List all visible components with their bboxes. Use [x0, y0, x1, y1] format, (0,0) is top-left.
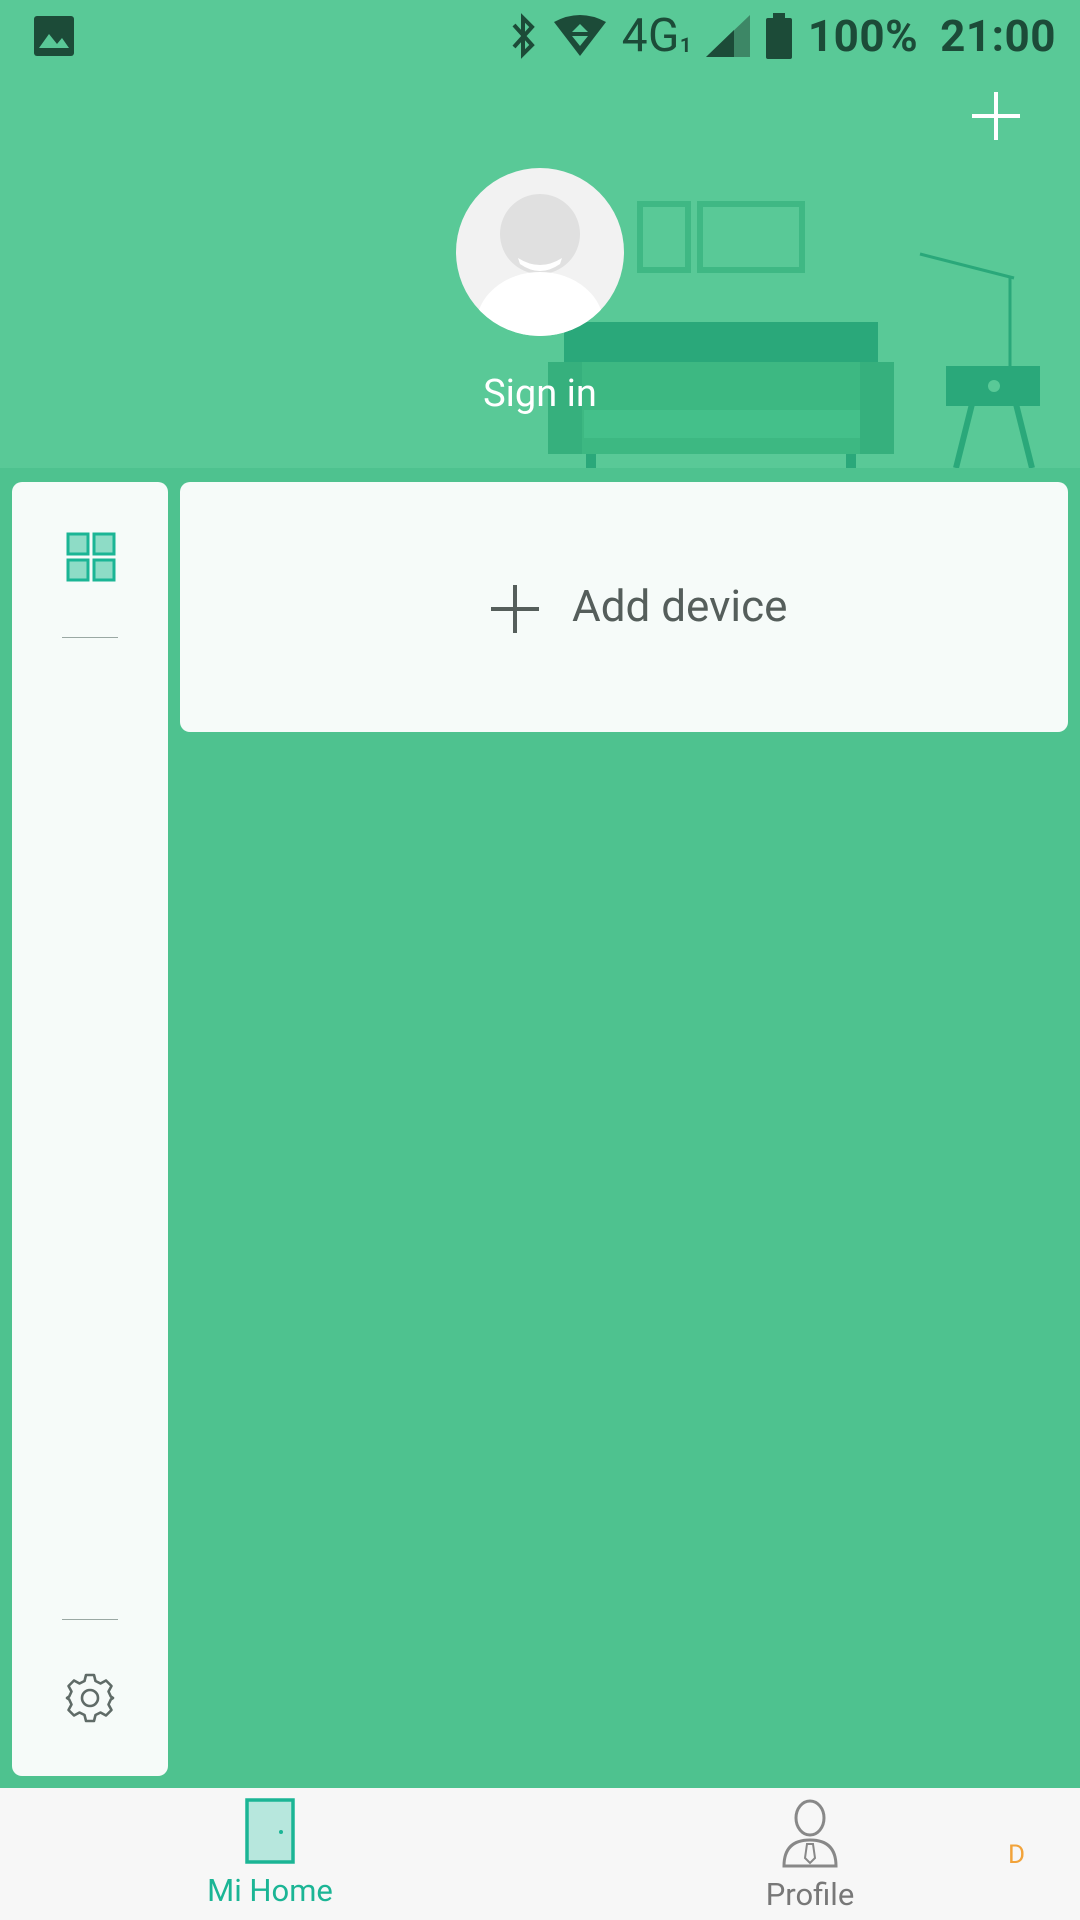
corner-badge: D [1008, 1840, 1026, 1870]
gallery-icon [34, 16, 74, 56]
battery-icon [765, 13, 792, 59]
avatar[interactable] [456, 168, 624, 336]
person-icon [782, 1799, 838, 1868]
door-icon [245, 1798, 295, 1864]
nav-mi-home-label: Mi Home [207, 1872, 333, 1909]
sim-slot: 1 [679, 33, 692, 57]
sidebar-divider-bottom [62, 1619, 118, 1620]
sign-in-link[interactable]: Sign in [400, 372, 680, 416]
battery-level: 100% [807, 10, 919, 62]
plus-icon [491, 585, 539, 633]
add-icon-button[interactable] [970, 90, 1022, 142]
clock: 21:00 [940, 10, 1056, 62]
network-type: 4G [621, 9, 680, 63]
add-device-card[interactable]: Add device [180, 482, 1068, 732]
nav-profile-label: Profile [765, 1876, 855, 1913]
wifi-icon [553, 15, 606, 56]
bottom-nav: Mi Home Profile [0, 1788, 1080, 1920]
add-device-label: Add device [572, 580, 788, 632]
all-devices-grid-icon[interactable] [66, 532, 116, 582]
room-sidebar [12, 482, 168, 1776]
nav-mi-home[interactable]: Mi Home [170, 1798, 370, 1909]
default-avatar-icon [476, 194, 604, 336]
header: 4G 1 100% 21:00 Sign in [0, 0, 1080, 468]
gear-icon[interactable] [64, 1672, 116, 1724]
status-icons: 4G 1 100% 21:00 [510, 8, 1056, 64]
status-bar: 4G 1 100% 21:00 [0, 0, 1080, 72]
sidebar-divider-top [62, 637, 118, 638]
bluetooth-icon [512, 13, 535, 59]
nav-profile[interactable]: Profile [710, 1798, 910, 1913]
signal-icon [705, 15, 750, 57]
